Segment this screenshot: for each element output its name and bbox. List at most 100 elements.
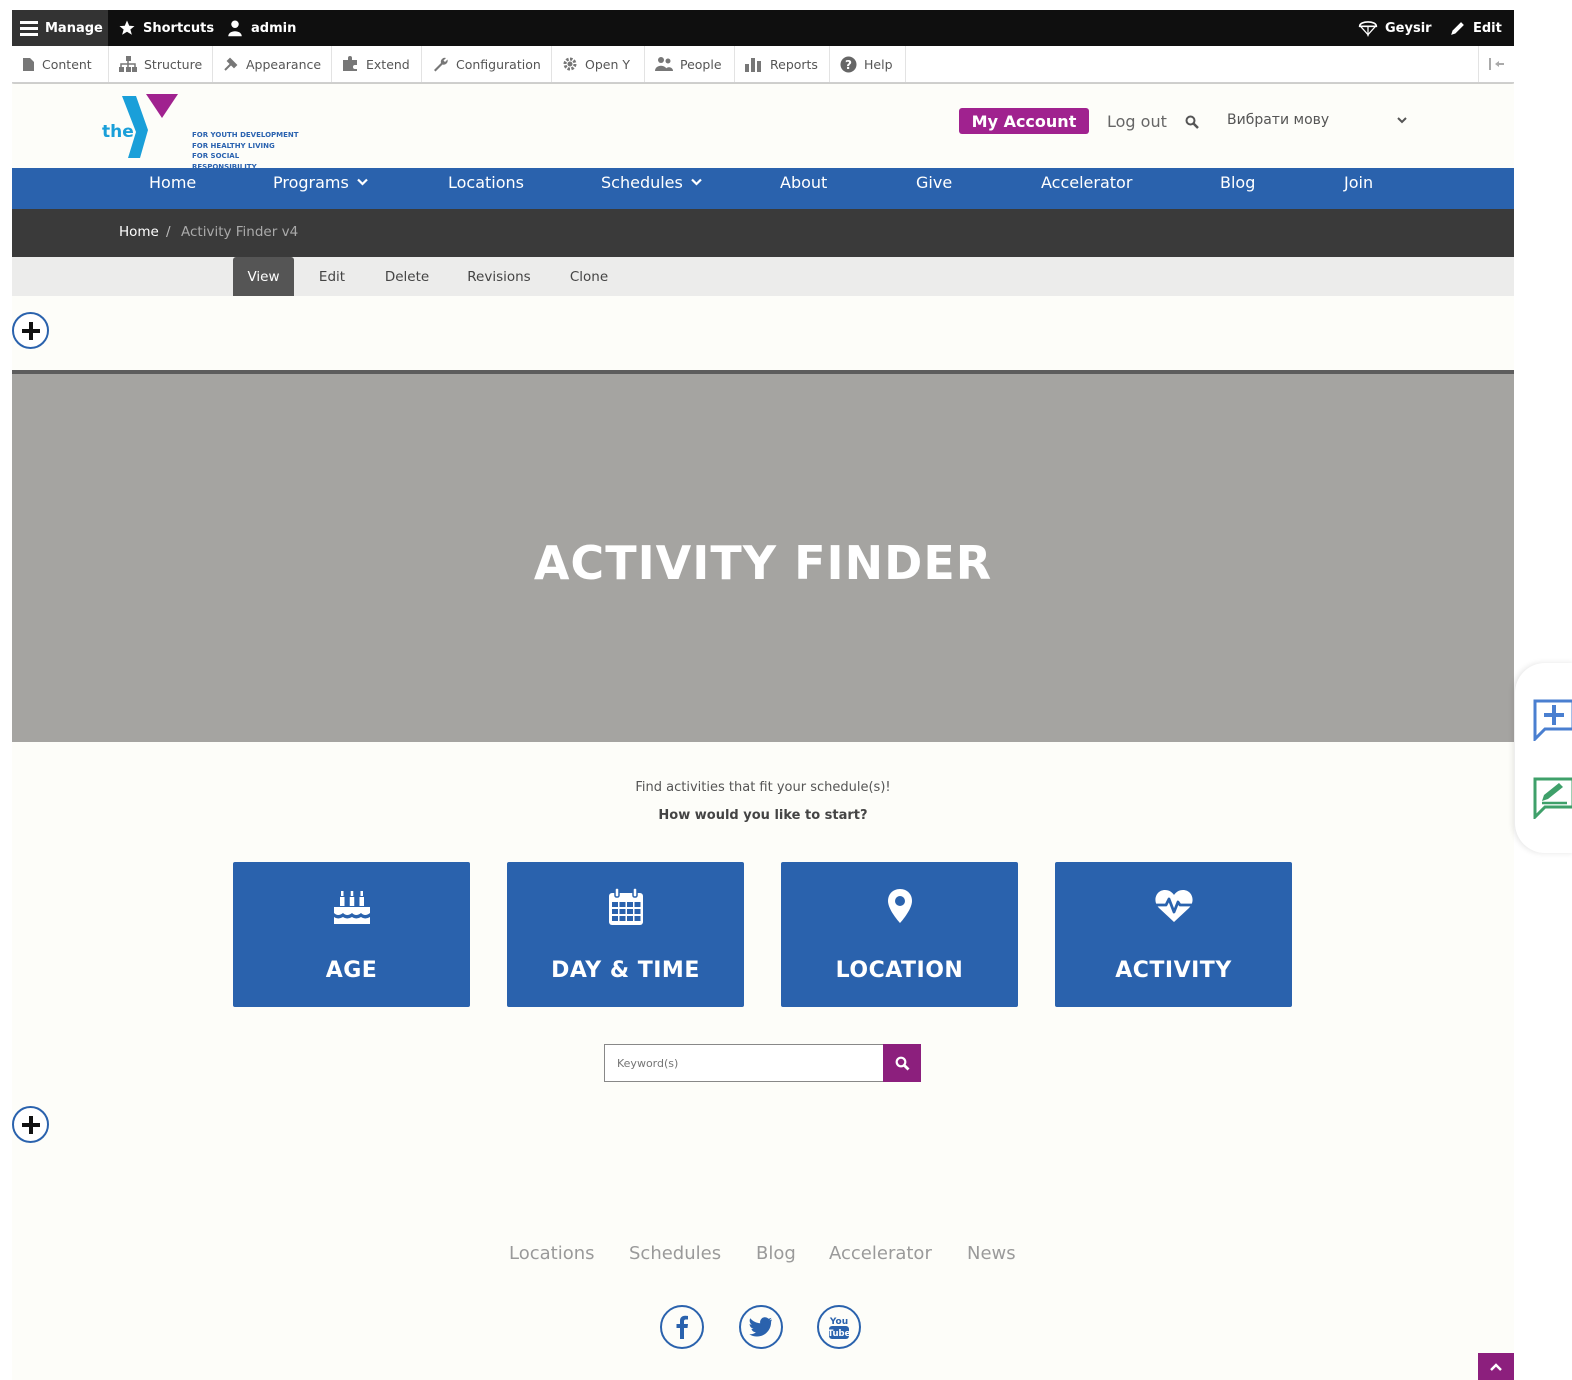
admin-toolbar: Manage Shortcuts admin Geysir Edit: [12, 10, 1514, 46]
hero-banner: ACTIVITY FINDER: [12, 370, 1514, 742]
menu-extend[interactable]: Extend: [332, 46, 422, 82]
keyword-search-button[interactable]: [883, 1044, 921, 1082]
main-navigation: Home Programs Locations Schedules About …: [12, 168, 1514, 209]
age-card[interactable]: AGE: [233, 862, 470, 1007]
menu-structure[interactable]: Structure: [109, 46, 213, 82]
location-card[interactable]: LOCATION: [781, 862, 1018, 1007]
ymca-logo[interactable]: the FOR YOUTH DEVELOPMENT FOR HEALTHY LI…: [100, 90, 300, 171]
menu-label: Extend: [366, 56, 410, 72]
nav-label: Programs: [273, 172, 349, 192]
twitter-link[interactable]: [739, 1305, 783, 1349]
edit-mode-button[interactable]: Edit: [1449, 10, 1502, 46]
edit-comment-icon: [1533, 777, 1572, 821]
svg-text:?: ?: [845, 58, 852, 72]
card-icon-wrap: [781, 888, 1018, 924]
shortcuts-label: Shortcuts: [143, 20, 215, 36]
nav-item-programs[interactable]: Programs: [273, 168, 368, 196]
menu-label: Content: [42, 56, 92, 72]
tab-edit[interactable]: Edit: [307, 257, 357, 296]
nav-label: About: [780, 172, 828, 192]
menu-help[interactable]: ? Help: [830, 46, 906, 82]
nav-item-give[interactable]: Give: [916, 168, 952, 196]
nav-label: Home: [149, 172, 197, 192]
tab-delete[interactable]: Delete: [375, 257, 439, 296]
youtube-tube-text: Tube: [828, 1329, 850, 1339]
facebook-link[interactable]: [660, 1305, 704, 1349]
wrench-icon: [434, 57, 448, 72]
footer-link-news[interactable]: News: [967, 1243, 1016, 1264]
toolbar-orientation-toggle[interactable]: [1478, 46, 1514, 82]
chevron-down-icon: [357, 178, 368, 186]
tab-view[interactable]: View: [233, 257, 294, 296]
breadcrumb-home-link[interactable]: Home: [119, 224, 159, 240]
hamburger-icon: [20, 21, 38, 36]
nav-label: Blog: [1220, 172, 1256, 192]
chevron-down-icon: [691, 178, 702, 186]
menu-people[interactable]: People: [645, 46, 735, 82]
menu-label: Configuration: [456, 56, 541, 72]
puzzle-icon: [343, 56, 357, 71]
menu-configuration[interactable]: Configuration: [422, 46, 552, 82]
chevron-down-icon: [1397, 116, 1407, 123]
add-paragraph-button[interactable]: [12, 1106, 49, 1143]
nav-item-blog[interactable]: Blog: [1220, 168, 1255, 196]
footer-link-accelerator[interactable]: Accelerator: [829, 1243, 932, 1264]
user-icon: [228, 20, 242, 37]
plus-icon: [21, 321, 40, 340]
intro-text: Find activities that fit your schedule(s…: [635, 780, 891, 795]
page-frame: Manage Shortcuts admin Geysir Edit Conte…: [12, 10, 1514, 1380]
banner-title: ACTIVITY FINDER: [533, 536, 993, 590]
geysir-button[interactable]: Geysir: [1358, 10, 1432, 46]
menu-reports[interactable]: Reports: [735, 46, 830, 82]
add-comment-button[interactable]: [1533, 699, 1572, 745]
logout-link[interactable]: Log out: [1107, 112, 1167, 131]
chevron-up-icon: [1490, 1362, 1502, 1371]
breadcrumb-separator: /: [166, 224, 171, 240]
youtube-link[interactable]: You Tube: [817, 1305, 861, 1349]
youtube-icon: You Tube: [828, 1317, 850, 1339]
card-icon-wrap: [1055, 888, 1292, 924]
footer-link-schedules[interactable]: Schedules: [629, 1243, 721, 1264]
nav-item-join[interactable]: Join: [1344, 168, 1373, 196]
language-select[interactable]: Вибрати мову: [1227, 108, 1407, 132]
nav-item-about[interactable]: About: [780, 168, 827, 196]
nav-item-home[interactable]: Home: [149, 168, 196, 196]
menu-open-y[interactable]: Open Y: [552, 46, 645, 82]
add-comment-icon: [1533, 699, 1572, 743]
menu-label: People: [680, 56, 722, 72]
search-toggle-button[interactable]: [1185, 114, 1199, 133]
keyword-search-input[interactable]: [604, 1044, 884, 1082]
menu-appearance[interactable]: Appearance: [213, 46, 332, 82]
activity-card[interactable]: ACTIVITY: [1055, 862, 1292, 1007]
menu-content[interactable]: Content: [12, 46, 109, 82]
nav-item-schedules[interactable]: Schedules: [601, 168, 702, 196]
footer-link-blog[interactable]: Blog: [756, 1243, 796, 1264]
day-time-card[interactable]: DAY & TIME: [507, 862, 744, 1007]
card-label: ACTIVITY: [1115, 958, 1232, 983]
calendar-icon: [608, 888, 643, 925]
intro-question: How would you like to start?: [658, 808, 868, 823]
pencil-icon: [1451, 21, 1464, 35]
footer-link-locations[interactable]: Locations: [509, 1243, 595, 1264]
tab-revisions[interactable]: Revisions: [456, 257, 542, 296]
menu-label: Reports: [770, 56, 818, 72]
shortcuts-button[interactable]: Shortcuts: [118, 10, 214, 46]
manage-tray-button[interactable]: Manage: [12, 10, 108, 46]
heartbeat-icon: [1154, 890, 1193, 922]
map-pin-icon: [887, 889, 912, 923]
card-icon-wrap: [507, 888, 744, 926]
user-button[interactable]: admin: [226, 10, 296, 46]
back-to-top-button[interactable]: [1478, 1353, 1514, 1380]
sitemap-icon: [119, 56, 137, 72]
nav-item-locations[interactable]: Locations: [448, 168, 524, 196]
add-note-button[interactable]: [1533, 777, 1572, 823]
user-label: admin: [251, 20, 297, 36]
manage-label: Manage: [45, 20, 103, 36]
local-tasks: View Edit Delete Revisions Clone: [12, 257, 1514, 296]
nav-item-accelerator[interactable]: Accelerator: [1041, 168, 1132, 196]
menu-label: Structure: [144, 56, 203, 72]
add-paragraph-button[interactable]: [12, 312, 49, 349]
people-icon: [655, 57, 673, 71]
tab-clone[interactable]: Clone: [560, 257, 618, 296]
my-account-button[interactable]: My Account: [959, 108, 1089, 134]
